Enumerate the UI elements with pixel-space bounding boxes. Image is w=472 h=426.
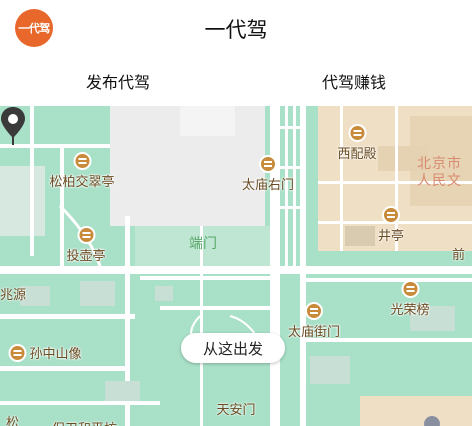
landmark-icon [304, 302, 323, 320]
edge-label-qian: 前 [452, 248, 466, 263]
start-here-bubble[interactable]: 从这出发 [181, 333, 285, 363]
district-label-line2: 人民文 [417, 173, 462, 189]
app-header: 一代驾 一代驾 [0, 0, 472, 56]
tab-bar: 发布代驾 代驾赚钱 [0, 56, 472, 106]
district-label-line1: 北京市 [417, 156, 462, 172]
poi-songbai-pavilion[interactable]: 松柏交翠亭 [49, 152, 115, 190]
poi-label: 太庙街门 [287, 325, 341, 340]
edge-label-baowei: 保卫和平坊 [52, 418, 117, 426]
poi-label: 西配殿 [337, 147, 377, 162]
poi-honor-board[interactable]: 光荣榜 [390, 280, 430, 318]
poi-label: 光荣榜 [390, 303, 430, 318]
page-title: 一代驾 [204, 18, 268, 42]
pin-label-tiananmen: 天安门 [216, 403, 256, 418]
area-label-duanmen: 端门 [189, 236, 217, 252]
poi-sun-yatsen-statue[interactable]: 孙中山像 [8, 343, 82, 362]
poi-label: 孙中山像 [29, 347, 82, 362]
poi-label: 松柏交翠亭 [49, 175, 115, 190]
edge-label-zhaoyuan: 兆源 [0, 288, 27, 303]
landmark-icon [400, 280, 419, 298]
poi-taimiao-right-gate[interactable]: 太庙右门 [242, 155, 294, 193]
poi-label: 井亭 [377, 229, 405, 244]
landmark-icon [8, 343, 27, 362]
landmark-icon [381, 206, 400, 224]
landmark-icon [258, 155, 277, 173]
poi-touhu-pavilion[interactable]: 投壶亭 [66, 226, 106, 264]
tab-earn-driving[interactable]: 代驾赚钱 [236, 56, 472, 106]
poi-west-side-hall[interactable]: 西配殿 [337, 124, 377, 162]
poi-label: 投壶亭 [66, 249, 106, 264]
landmark-icon [347, 124, 366, 142]
edge-label-song: 松 [6, 416, 20, 426]
landmark-icon [76, 226, 95, 244]
poi-taimiao-street-gate[interactable]: 太庙街门 [288, 302, 340, 340]
map-view[interactable]: 西配殿 松柏交翠亭 太庙右门 井亭 投壶亭 光荣榜 太庙街门 孙中山像 端门 北… [0, 106, 472, 426]
location-pin-icon [1, 107, 25, 145]
tab-publish-driving[interactable]: 发布代驾 [0, 56, 236, 106]
landmark-icon [72, 152, 91, 170]
poi-label: 太庙右门 [241, 178, 295, 193]
poi-well-pavilion[interactable]: 井亭 [378, 206, 404, 244]
